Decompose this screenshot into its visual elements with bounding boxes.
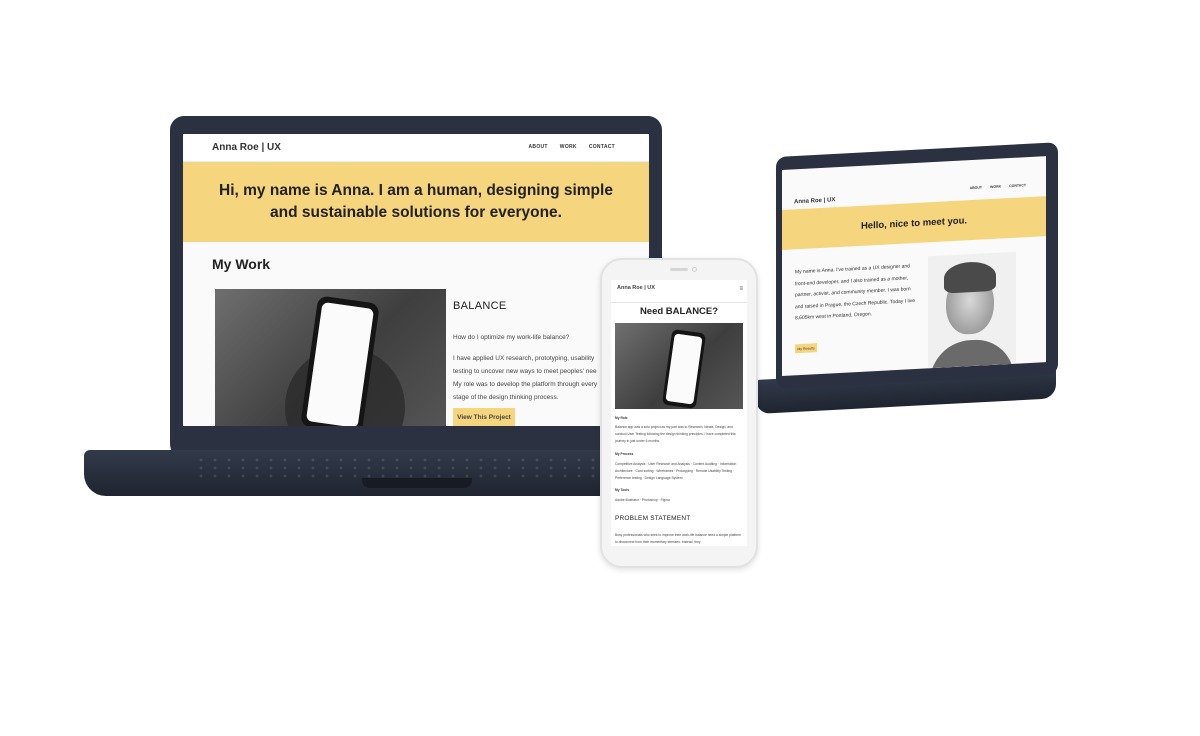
nav-links: ABOUT WORK CONTACT <box>529 144 615 150</box>
phone-camera <box>692 267 697 272</box>
tools-heading: My Tools <box>615 488 630 492</box>
nav-contact[interactable]: CONTACT <box>589 144 615 150</box>
process-text: Competitive Analysis · User Research and… <box>615 462 737 480</box>
brand-logo[interactable]: Anna Roe | UX <box>212 142 281 153</box>
portrait-photo <box>928 251 1016 369</box>
brand-logo[interactable]: Anna Roe | UX <box>617 284 657 293</box>
nav-work[interactable]: WORK <box>560 144 577 150</box>
portrait-shoulders <box>930 337 1014 369</box>
hero-banner: Hello, nice to meet you. <box>782 196 1046 250</box>
tools-text: Adobe Illustrator · Photoshop · Figma <box>615 498 670 502</box>
page-title: Need BALANCE? <box>639 306 719 317</box>
problem-text: Busy professionals who seek to improve t… <box>615 533 742 544</box>
view-project-button[interactable]: View This Project <box>453 408 515 426</box>
nav-contact[interactable]: CONTACT <box>1009 183 1026 188</box>
about-bio: My name is Anna. I've trained as a UX de… <box>795 263 915 322</box>
project-question: How do I optimize my work-life balance? <box>453 334 570 341</box>
brand-logo[interactable]: Anna Roe | UX <box>794 197 835 205</box>
hamburger-menu-icon[interactable]: ≡ <box>739 286 743 292</box>
portrait-hair <box>944 260 996 294</box>
problem-title: PROBLEM STATEMENT <box>615 515 691 522</box>
hero-banner: Hi, my name is Anna. I am a human, desig… <box>183 162 649 242</box>
project-image <box>615 323 743 409</box>
header-divider <box>611 302 747 303</box>
project-image[interactable] <box>215 289 446 426</box>
role-heading: My Role <box>615 416 628 420</box>
results-button[interactable]: My Results <box>795 343 817 354</box>
process-heading: My Process <box>615 452 634 456</box>
role-text: Balance app was a solo project as my par… <box>615 425 736 443</box>
laptop-trackpad-notch <box>362 478 472 488</box>
section-title: My Work <box>212 256 271 272</box>
hero-heading: Hi, my name is Anna. I am a human, desig… <box>219 182 613 221</box>
small-laptop-screen: Anna Roe | UX ABOUT WORK CONTACT Hello, … <box>782 156 1046 376</box>
phone-screen: Anna Roe | UX ≡ Need BALANCE? My Role Ba… <box>611 280 747 546</box>
phone-speaker <box>670 268 688 271</box>
laptop-screen: Anna Roe | UX ABOUT WORK CONTACT Hi, my … <box>183 134 649 426</box>
hero-heading: Hello, nice to meet you. <box>860 214 968 232</box>
navbar: Anna Roe | UX ABOUT WORK CONTACT <box>183 134 649 162</box>
project-title: BALANCE <box>453 300 507 312</box>
nav-about[interactable]: ABOUT <box>529 144 548 150</box>
phone-mockup-image <box>661 329 707 409</box>
nav-work[interactable]: WORK <box>990 185 1001 190</box>
nav-about[interactable]: ABOUT <box>970 186 982 191</box>
nav-links: ABOUT WORK CONTACT <box>970 183 1026 190</box>
